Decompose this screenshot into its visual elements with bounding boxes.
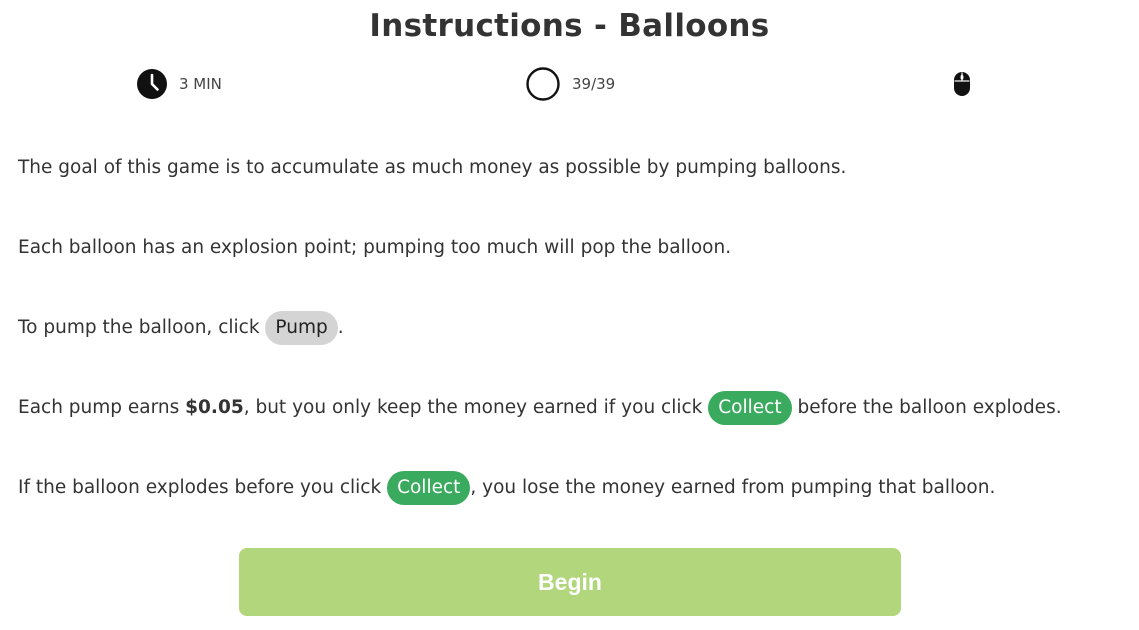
- progress-stat: 39/39: [526, 67, 615, 101]
- time-limit-stat: 3 MIN: [137, 67, 222, 101]
- instruction-loss-end: , you lose the money earned from pumping…: [470, 477, 996, 498]
- instruction-goal: The goal of this game is to accumulate a…: [18, 157, 847, 178]
- instruction-pump: To pump the balloon, click Pump.: [18, 311, 344, 345]
- pump-chip: Pump: [265, 311, 338, 345]
- instruction-loss-text: If the balloon explodes before you click: [18, 477, 388, 498]
- circle-icon: [526, 67, 560, 101]
- collect-chip: Collect: [708, 391, 792, 425]
- instruction-loss: If the balloon explodes before you click…: [18, 471, 995, 505]
- instruction-earnings-end: before the balloon explodes.: [791, 397, 1062, 418]
- instruction-earnings: Each pump earns $0.05, but you only keep…: [18, 391, 1062, 425]
- instruction-earnings-text: Each pump earns: [18, 397, 186, 418]
- instruction-explosion: Each balloon has an explosion point; pum…: [18, 237, 732, 258]
- collect-chip: Collect: [387, 471, 471, 505]
- pump-amount: $0.05: [185, 397, 244, 418]
- mouse-icon: [953, 71, 971, 97]
- input-method-stat: [953, 67, 971, 101]
- page-title: Instructions - Balloons: [369, 8, 770, 44]
- clock-icon: [137, 69, 167, 99]
- instruction-earnings-middle: , but you only keep the money earned if …: [243, 397, 709, 418]
- progress-label: 39/39: [572, 75, 616, 93]
- begin-button[interactable]: Begin: [239, 548, 901, 616]
- time-limit-label: 3 MIN: [179, 75, 222, 93]
- instruction-pump-text: To pump the balloon, click: [18, 317, 266, 338]
- instruction-pump-period: .: [337, 317, 344, 338]
